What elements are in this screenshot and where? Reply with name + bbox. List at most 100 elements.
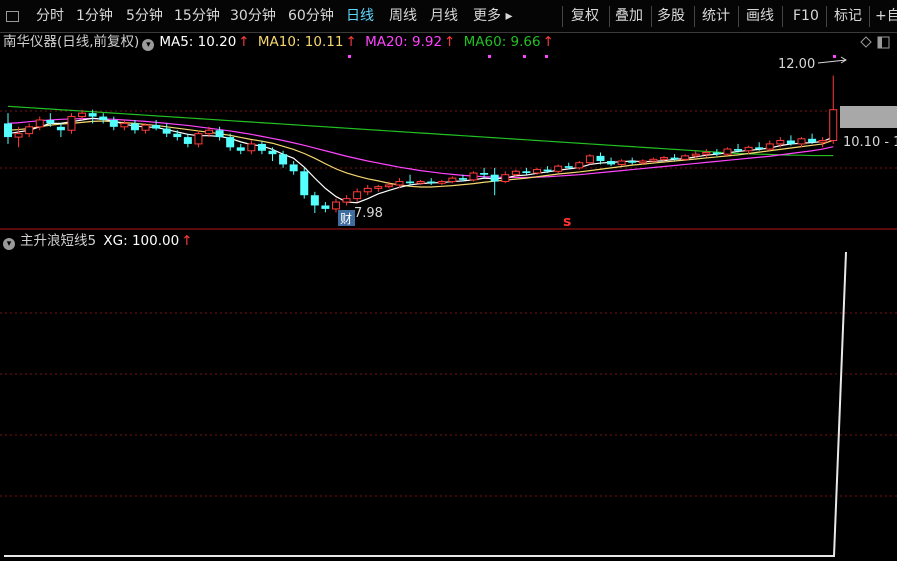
candle-body <box>14 133 23 138</box>
candle-body <box>712 152 721 155</box>
signal-dot <box>545 55 548 58</box>
candle-body <box>35 119 44 128</box>
candle-body <box>490 174 499 182</box>
kline-chart[interactable]: 12.00 7.98 财 s 10.10 - 1 <box>0 0 897 561</box>
candle[interactable] <box>469 171 478 182</box>
candle-body <box>152 125 161 129</box>
candle[interactable] <box>765 140 774 151</box>
candle[interactable] <box>141 123 150 134</box>
candle-body <box>99 116 108 120</box>
signal-dot <box>348 55 351 58</box>
candle[interactable] <box>437 179 446 185</box>
candle[interactable] <box>247 140 256 155</box>
candle-body <box>88 113 97 117</box>
candle[interactable] <box>585 154 594 165</box>
candle-body <box>522 171 531 173</box>
candle-body <box>236 147 245 151</box>
candle-body <box>818 140 827 143</box>
candle-body <box>183 137 192 144</box>
candle[interactable] <box>162 123 171 138</box>
candle-body <box>331 201 340 210</box>
candlesticks[interactable] <box>4 55 838 214</box>
candle[interactable] <box>723 147 732 156</box>
last-price-label: 10.10 - 1 <box>843 135 897 150</box>
candle-body <box>363 187 372 193</box>
candle-body <box>427 181 436 184</box>
candle-body <box>543 169 552 172</box>
candle[interactable] <box>300 167 309 199</box>
candle-body <box>617 160 626 165</box>
candle[interactable] <box>353 188 362 203</box>
candle-body <box>226 137 235 148</box>
candle[interactable] <box>829 75 838 144</box>
candle[interactable] <box>56 123 65 138</box>
candle[interactable] <box>99 113 108 124</box>
candle[interactable] <box>501 171 510 184</box>
candle-body <box>638 160 647 164</box>
candle[interactable] <box>818 137 827 148</box>
candle-body <box>744 146 753 152</box>
candle-body <box>564 166 573 168</box>
candle[interactable] <box>130 119 139 134</box>
candle[interactable] <box>194 130 203 148</box>
candle[interactable] <box>310 191 319 214</box>
candle-body <box>797 138 806 145</box>
candle-body <box>437 181 446 184</box>
candle-body <box>46 119 55 124</box>
candle[interactable] <box>342 195 351 206</box>
candle-body <box>554 165 563 172</box>
high-price-label: 12.00 <box>778 57 815 72</box>
candle[interactable] <box>554 164 563 173</box>
candle[interactable] <box>363 184 372 196</box>
candle-body <box>691 153 700 157</box>
candle[interactable] <box>321 202 330 213</box>
candle-body <box>480 172 489 175</box>
candle-body <box>511 170 520 176</box>
collapse-icon[interactable] <box>860 36 872 48</box>
candle-body <box>808 138 817 143</box>
signal-dot <box>523 55 526 58</box>
candle[interactable] <box>374 184 383 192</box>
candle[interactable] <box>4 113 12 144</box>
candle[interactable] <box>522 167 531 175</box>
candle-body <box>776 140 785 145</box>
candle-body <box>141 124 150 131</box>
candle-body <box>289 164 298 172</box>
candle-body <box>342 198 351 203</box>
candle-body <box>649 158 658 162</box>
cai-badge[interactable]: 财 <box>340 212 352 226</box>
candle[interactable] <box>617 159 626 167</box>
last-price-box <box>840 106 897 128</box>
candle-body <box>702 151 711 155</box>
candle-body <box>247 143 256 152</box>
grid-lines <box>0 110 897 497</box>
candle[interactable] <box>607 157 616 167</box>
low-price-label: 7.98 <box>354 206 383 221</box>
candle-body <box>533 169 541 174</box>
candle-body <box>755 147 764 150</box>
candle-body <box>78 112 87 118</box>
candle-body <box>4 123 12 138</box>
candle[interactable] <box>702 149 711 158</box>
candle-body <box>310 195 319 206</box>
candle[interactable] <box>268 147 277 162</box>
candle[interactable] <box>427 178 436 185</box>
candle-body <box>448 177 457 183</box>
candle[interactable] <box>406 174 415 185</box>
candle[interactable] <box>236 143 245 155</box>
candle[interactable] <box>120 119 129 131</box>
candle-body <box>829 109 838 142</box>
candle-body <box>607 161 616 165</box>
candle-body <box>501 174 510 183</box>
candle-body <box>670 157 679 160</box>
candle[interactable] <box>257 140 266 155</box>
candle[interactable] <box>575 161 584 170</box>
candle[interactable] <box>25 123 34 138</box>
candle[interactable] <box>289 161 298 175</box>
candle-body <box>130 123 139 131</box>
candle[interactable] <box>67 113 76 134</box>
ma60-line <box>7 105 834 157</box>
candle[interactable] <box>628 157 637 165</box>
candle-body <box>25 126 34 135</box>
candle[interactable] <box>183 133 192 148</box>
